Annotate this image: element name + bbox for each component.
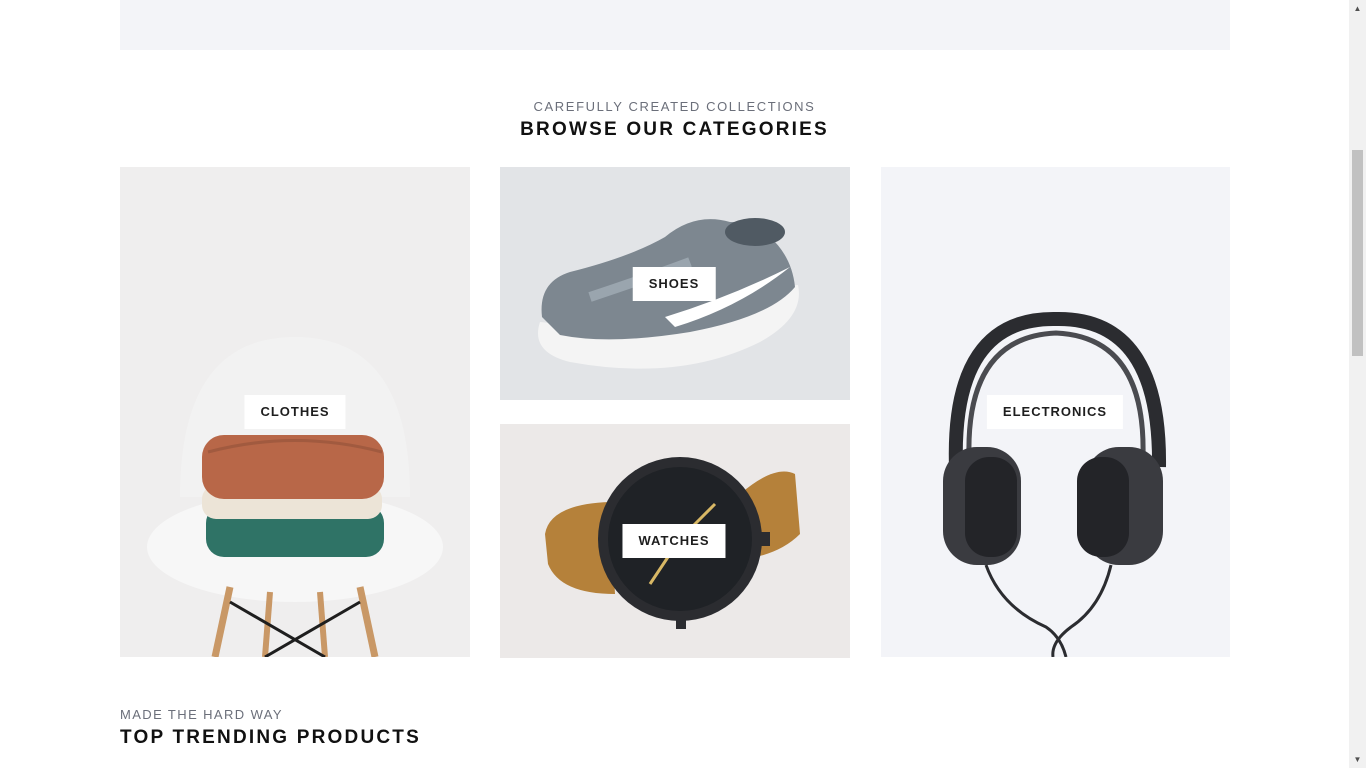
- category-card-watches[interactable]: WATCHES: [500, 424, 850, 658]
- category-label-electronics: ELECTRONICS: [986, 395, 1124, 429]
- category-label-watches: WATCHES: [622, 524, 726, 558]
- categories-subtitle: CAREFULLY CREATED COLLECTIONS: [533, 99, 816, 114]
- category-card-clothes[interactable]: CLOTHES: [120, 167, 470, 657]
- category-card-electronics[interactable]: ELECTRONICS: [881, 167, 1230, 657]
- trending-title: TOP TRENDING PRODUCTS: [120, 727, 421, 748]
- top-banner-band: [120, 0, 1230, 50]
- scroll-down-arrow-icon[interactable]: ▼: [1349, 751, 1366, 768]
- category-label-clothes: CLOTHES: [244, 395, 346, 429]
- scrollbar-thumb[interactable]: [1352, 150, 1363, 356]
- vertical-scrollbar[interactable]: ▲ ▼: [1349, 0, 1366, 768]
- category-card-shoes[interactable]: SHOES: [500, 167, 850, 400]
- trending-subtitle: MADE THE HARD WAY: [120, 707, 283, 722]
- scroll-up-arrow-icon[interactable]: ▲: [1349, 0, 1366, 17]
- category-label-shoes: SHOES: [632, 267, 716, 301]
- categories-title: BROWSE OUR CATEGORIES: [520, 119, 829, 140]
